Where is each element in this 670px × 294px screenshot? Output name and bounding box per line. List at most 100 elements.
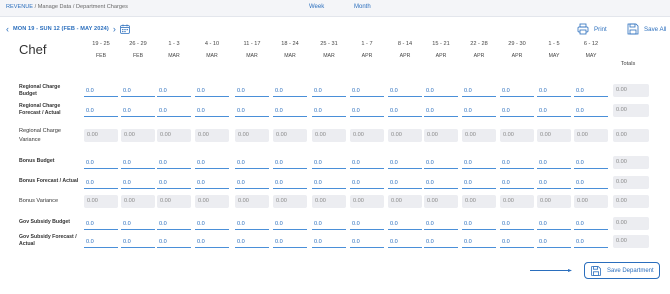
charge-input[interactable] bbox=[312, 157, 346, 169]
charge-input[interactable] bbox=[157, 85, 191, 97]
charge-input[interactable] bbox=[388, 105, 422, 117]
charge-input[interactable] bbox=[235, 236, 269, 248]
charge-input[interactable] bbox=[195, 177, 229, 189]
charge-input[interactable] bbox=[424, 236, 458, 248]
charge-input[interactable] bbox=[235, 105, 269, 117]
print-button[interactable]: Print bbox=[577, 23, 607, 35]
charge-input[interactable] bbox=[350, 85, 384, 97]
charge-input[interactable] bbox=[121, 85, 155, 97]
charge-input[interactable] bbox=[424, 85, 458, 97]
charge-input[interactable] bbox=[462, 85, 496, 97]
column-header: 19 - 25 FEB bbox=[84, 41, 118, 59]
charge-input[interactable] bbox=[312, 85, 346, 97]
charge-input[interactable] bbox=[84, 157, 118, 169]
column-header: 22 - 28 APR bbox=[462, 41, 496, 59]
charge-input[interactable] bbox=[462, 236, 496, 248]
charge-input[interactable] bbox=[84, 218, 118, 230]
charge-input[interactable] bbox=[574, 105, 608, 117]
charge-input[interactable] bbox=[388, 157, 422, 169]
charge-input[interactable] bbox=[235, 177, 269, 189]
charge-input[interactable] bbox=[312, 218, 346, 230]
charge-input[interactable] bbox=[121, 236, 155, 248]
charge-input[interactable] bbox=[235, 157, 269, 169]
charge-input[interactable] bbox=[500, 236, 534, 248]
charge-input[interactable] bbox=[500, 218, 534, 230]
charge-input[interactable] bbox=[121, 105, 155, 117]
charge-input[interactable] bbox=[273, 177, 307, 189]
charge-input[interactable] bbox=[424, 218, 458, 230]
charge-input[interactable] bbox=[537, 157, 571, 169]
charge-input[interactable] bbox=[574, 85, 608, 97]
charge-input[interactable] bbox=[235, 218, 269, 230]
charge-input[interactable] bbox=[273, 236, 307, 248]
charge-input[interactable] bbox=[537, 85, 571, 97]
tab-week[interactable]: Week bbox=[309, 4, 324, 10]
charge-input[interactable] bbox=[537, 105, 571, 117]
charge-input[interactable] bbox=[462, 105, 496, 117]
breadcrumb-revenue[interactable]: REVENUE bbox=[6, 4, 33, 10]
charge-input[interactable] bbox=[350, 157, 384, 169]
charge-input[interactable] bbox=[537, 236, 571, 248]
charge-input[interactable] bbox=[157, 157, 191, 169]
charge-input[interactable] bbox=[462, 177, 496, 189]
charge-input[interactable] bbox=[574, 177, 608, 189]
charge-input[interactable] bbox=[500, 157, 534, 169]
charge-input[interactable] bbox=[388, 85, 422, 97]
charge-input[interactable] bbox=[121, 218, 155, 230]
charge-input[interactable] bbox=[273, 157, 307, 169]
charge-input[interactable] bbox=[350, 177, 384, 189]
charge-input[interactable] bbox=[157, 105, 191, 117]
chevron-left-icon[interactable]: ‹ bbox=[6, 24, 9, 34]
charge-input[interactable] bbox=[273, 85, 307, 97]
charge-input[interactable] bbox=[388, 177, 422, 189]
charge-input[interactable] bbox=[195, 85, 229, 97]
charge-input[interactable] bbox=[424, 177, 458, 189]
charge-input[interactable] bbox=[121, 157, 155, 169]
variance-value: 0.00 bbox=[350, 195, 384, 208]
charge-input[interactable] bbox=[195, 157, 229, 169]
charge-input[interactable] bbox=[84, 85, 118, 97]
charge-input[interactable] bbox=[195, 105, 229, 117]
charge-input[interactable] bbox=[350, 218, 384, 230]
charge-input[interactable] bbox=[350, 236, 384, 248]
chevron-right-icon[interactable]: › bbox=[113, 24, 116, 34]
charge-input[interactable] bbox=[273, 218, 307, 230]
charge-input[interactable] bbox=[84, 105, 118, 117]
charge-input[interactable] bbox=[273, 105, 307, 117]
row-label: Gov Subsidy Forecast / Actual bbox=[19, 234, 77, 247]
charge-input[interactable] bbox=[424, 105, 458, 117]
save-all-button[interactable]: Save All bbox=[627, 23, 666, 35]
charge-input[interactable] bbox=[537, 177, 571, 189]
charge-input[interactable] bbox=[574, 157, 608, 169]
charge-input[interactable] bbox=[235, 85, 269, 97]
column-month: MAR bbox=[246, 53, 258, 59]
save-department-button[interactable]: Save Department bbox=[584, 262, 660, 279]
charge-input[interactable] bbox=[500, 105, 534, 117]
charge-input[interactable] bbox=[84, 177, 118, 189]
charge-input[interactable] bbox=[195, 236, 229, 248]
tab-month[interactable]: Month bbox=[354, 4, 371, 10]
charge-input[interactable] bbox=[500, 177, 534, 189]
charge-input[interactable] bbox=[157, 236, 191, 248]
charge-input[interactable] bbox=[424, 157, 458, 169]
charge-input[interactable] bbox=[350, 105, 384, 117]
charge-input[interactable] bbox=[312, 105, 346, 117]
charge-input[interactable] bbox=[388, 218, 422, 230]
charge-input[interactable] bbox=[157, 218, 191, 230]
charge-input[interactable] bbox=[84, 236, 118, 248]
charge-input[interactable] bbox=[462, 218, 496, 230]
charge-input[interactable] bbox=[500, 85, 534, 97]
charge-input[interactable] bbox=[574, 218, 608, 230]
charge-input[interactable] bbox=[121, 177, 155, 189]
charge-input[interactable] bbox=[195, 218, 229, 230]
charge-input[interactable] bbox=[574, 236, 608, 248]
charge-input[interactable] bbox=[157, 177, 191, 189]
charge-input[interactable] bbox=[312, 177, 346, 189]
charge-input[interactable] bbox=[537, 218, 571, 230]
variance-value: 0.00 bbox=[574, 129, 608, 142]
charge-input[interactable] bbox=[462, 157, 496, 169]
column-date-range: 22 - 28 bbox=[470, 41, 488, 47]
charge-input[interactable] bbox=[388, 236, 422, 248]
charge-input[interactable] bbox=[312, 236, 346, 248]
calendar-icon[interactable] bbox=[120, 24, 130, 34]
